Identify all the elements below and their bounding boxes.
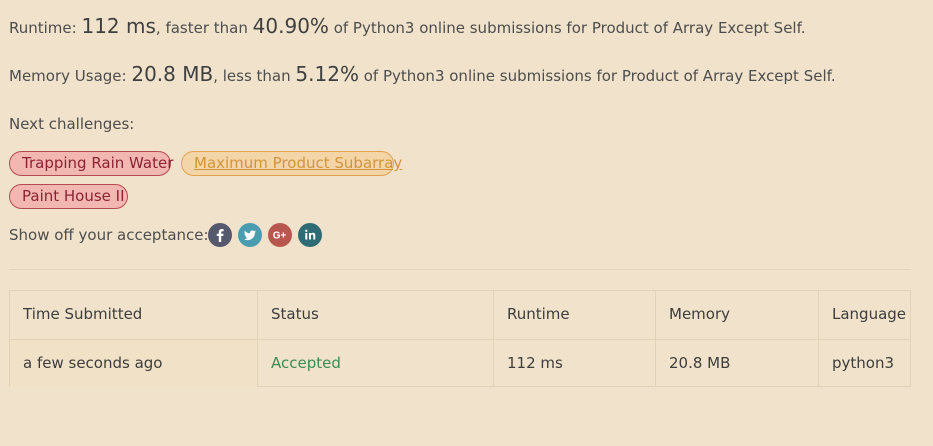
header-time-submitted[interactable]: Time Submitted xyxy=(10,291,257,339)
memory-suffix: of Python3 online submissions for Produc… xyxy=(358,67,836,85)
header-status[interactable]: Status xyxy=(257,291,493,339)
challenge-chip-trapping-rain-water[interactable]: Trapping Rain Water xyxy=(9,151,173,176)
runtime-percentile: 40.90% xyxy=(252,14,329,38)
runtime-label: Runtime: xyxy=(9,19,82,37)
share-label: Show off your acceptance: xyxy=(9,226,209,244)
section-divider xyxy=(9,269,911,270)
status-accepted-link[interactable]: Accepted xyxy=(271,354,341,372)
cell-language: python3 xyxy=(818,340,910,387)
memory-percentile: 5.12% xyxy=(295,62,359,86)
challenge-chip-maximum-product-subarray[interactable]: Maximum Product Subarray xyxy=(181,151,402,176)
header-runtime[interactable]: Runtime xyxy=(493,291,655,339)
facebook-icon[interactable] xyxy=(208,223,232,247)
runtime-value: 112 ms xyxy=(81,14,156,38)
table-header-row: Time Submitted Status Runtime Memory Lan… xyxy=(10,291,910,339)
google-plus-icon[interactable]: G+ xyxy=(268,223,292,247)
table-row: a few seconds ago Accepted 112 ms 20.8 M… xyxy=(10,339,910,387)
cell-status: Accepted xyxy=(257,340,493,387)
memory-summary: Memory Usage: 20.8 MB, less than 5.12% o… xyxy=(9,62,836,86)
memory-mid-text: , less than xyxy=(213,67,296,85)
memory-label: Memory Usage: xyxy=(9,67,132,85)
memory-value: 20.8 MB xyxy=(131,62,214,86)
cell-runtime: 112 ms xyxy=(493,340,655,387)
header-language[interactable]: Language xyxy=(818,291,910,339)
runtime-summary: Runtime: 112 ms, faster than 40.90% of P… xyxy=(9,14,806,38)
cell-memory: 20.8 MB xyxy=(655,340,818,387)
svg-text:G+: G+ xyxy=(273,231,287,242)
submissions-table: Time Submitted Status Runtime Memory Lan… xyxy=(9,290,911,387)
cell-time-submitted: a few seconds ago xyxy=(10,340,257,387)
next-challenges-label: Next challenges: xyxy=(9,115,135,133)
twitter-icon[interactable] xyxy=(238,223,262,247)
header-memory[interactable]: Memory xyxy=(655,291,818,339)
linkedin-icon[interactable] xyxy=(298,223,322,247)
runtime-suffix: of Python3 online submissions for Produc… xyxy=(328,19,806,37)
runtime-mid-text: , faster than xyxy=(155,19,253,37)
challenge-chip-paint-house-ii[interactable]: Paint House II xyxy=(9,184,128,209)
